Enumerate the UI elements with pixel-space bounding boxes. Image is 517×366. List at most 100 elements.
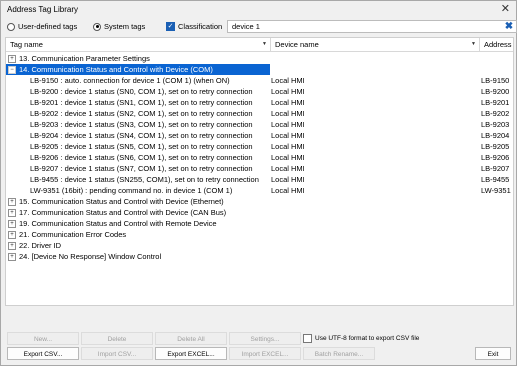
tree-group-row[interactable]: +17. Communication Status and Control wi… (6, 207, 513, 218)
batch-rename-button[interactable]: Batch Rename... (303, 347, 375, 360)
expand-icon[interactable]: + (8, 253, 16, 262)
tag-name-text: LB-9203 : device 1 status (SN3, COM 1), … (30, 120, 253, 129)
chevron-down-icon: ▼ (262, 41, 267, 47)
tag-name-text: LB-9206 : device 1 status (SN6, COM 1), … (30, 153, 253, 162)
tag-name-cell: LB-9203 : device 1 status (SN3, COM 1), … (6, 119, 270, 130)
import-excel-button[interactable]: Import EXCEL... (229, 347, 301, 360)
tag-name-cell: +15. Communication Status and Control wi… (6, 196, 270, 207)
tag-name-text: 22. Driver ID (19, 241, 62, 250)
device-name-cell: Local HMI (271, 109, 305, 118)
device-name-cell: Local HMI (271, 175, 305, 184)
tree-group-row[interactable]: +21. Communication Error Codes (6, 229, 513, 240)
tag-name-text: 21. Communication Error Codes (19, 230, 127, 239)
table-row[interactable]: LB-9204 : device 1 status (SN4, COM 1), … (6, 130, 513, 141)
tag-name-cell: +24. [Device No Response] Window Control (6, 251, 270, 262)
export-excel-button[interactable]: Export EXCEL... (155, 347, 227, 360)
tag-name-text: LB-9207 : device 1 status (SN7, COM 1), … (30, 164, 253, 173)
tree-group-row[interactable]: −14. Communication Status and Control wi… (6, 64, 513, 75)
tag-name-cell: LB-9207 : device 1 status (SN7, COM 1), … (6, 163, 270, 174)
address-cell: LB-9201 (481, 98, 510, 107)
device-name-cell: Local HMI (271, 98, 305, 107)
expand-icon[interactable]: + (8, 198, 16, 207)
tag-name-cell: +19. Communication Status and Control wi… (6, 218, 270, 229)
table-row[interactable]: LB-9150 : auto. connection for device 1 … (6, 75, 513, 86)
tag-name-text: 13. Communication Parameter Settings (19, 54, 150, 63)
tag-name-text: LB-9205 : device 1 status (SN5, COM 1), … (30, 142, 253, 151)
tree-group-row[interactable]: +22. Driver ID (6, 240, 513, 251)
column-header-device-name[interactable]: Device name ▼ (271, 38, 479, 51)
tag-name-text: LB-9455 : device 1 status (SN255, COM1),… (30, 175, 259, 184)
tag-name-text: LW-9351 (16bit) : pending command no. in… (30, 186, 233, 195)
device-name-cell: Local HMI (271, 186, 305, 195)
tree-group-row[interactable]: +15. Communication Status and Control wi… (6, 196, 513, 207)
address-cell: LB-9205 (481, 142, 510, 151)
utf8-checkbox[interactable]: ✓ Use UTF-8 format to export CSV file (303, 334, 419, 343)
tag-name-cell: LW-9351 (16bit) : pending command no. in… (6, 185, 270, 196)
device-name-cell: Local HMI (271, 76, 305, 85)
tag-name-text: 17. Communication Status and Control wit… (19, 208, 227, 217)
address-cell: LW-9351 (481, 186, 511, 195)
user-defined-tags-radio[interactable]: User-defined tags (7, 22, 77, 31)
tag-name-cell: LB-9206 : device 1 status (SN6, COM 1), … (6, 152, 270, 163)
tree-group-row[interactable]: +13. Communication Parameter Settings (6, 53, 513, 64)
tag-name-cell: +22. Driver ID (6, 240, 270, 251)
tag-name-cell: +21. Communication Error Codes (6, 229, 270, 240)
expand-icon[interactable]: + (8, 55, 16, 64)
address-cell: LB-9150 (481, 76, 510, 85)
table-row[interactable]: LW-9351 (16bit) : pending command no. in… (6, 185, 513, 196)
address-cell: LB-9455 (481, 175, 510, 184)
new-button[interactable]: New... (7, 332, 79, 345)
exit-button[interactable]: Exit (475, 347, 511, 360)
tag-grid[interactable]: Tag name ▼ Device name ▼ Address +13. Comm… (5, 37, 514, 306)
table-row[interactable]: LB-9206 : device 1 status (SN6, COM 1), … (6, 152, 513, 163)
device-name-cell: Local HMI (271, 87, 305, 96)
radio-unchecked-icon (7, 22, 15, 31)
table-row[interactable]: LB-9203 : device 1 status (SN3, COM 1), … (6, 119, 513, 130)
import-csv-button[interactable]: Import CSV... (81, 347, 153, 360)
column-header-tag-name[interactable]: Tag name ▼ (6, 38, 270, 51)
tag-name-cell: LB-9150 : auto. connection for device 1 … (6, 75, 270, 86)
settings-button[interactable]: Settings... (229, 332, 301, 345)
export-csv-button[interactable]: Export CSV... (7, 347, 79, 360)
tree-group-row[interactable]: +24. [Device No Response] Window Control (6, 251, 513, 262)
table-row[interactable]: LB-9201 : device 1 status (SN1, COM 1), … (6, 97, 513, 108)
tree-group-row[interactable]: +19. Communication Status and Control wi… (6, 218, 513, 229)
expand-icon[interactable]: + (8, 231, 16, 240)
table-row[interactable]: LB-9202 : device 1 status (SN2, COM 1), … (6, 108, 513, 119)
table-row[interactable]: LB-9455 : device 1 status (SN255, COM1),… (6, 174, 513, 185)
address-cell: LB-9203 (481, 120, 510, 129)
collapse-icon[interactable]: − (8, 66, 16, 75)
expand-icon[interactable]: + (8, 209, 16, 218)
close-icon[interactable]: ✕ (501, 3, 510, 15)
system-tags-radio[interactable]: System tags (93, 22, 145, 31)
delete-button[interactable]: Delete (81, 332, 153, 345)
tag-name-cell: LB-9455 : device 1 status (SN255, COM1),… (6, 174, 270, 185)
system-tags-label: System tags (104, 22, 146, 31)
tag-name-cell: +17. Communication Status and Control wi… (6, 207, 270, 218)
device-name-cell: Local HMI (271, 153, 305, 162)
address-cell: LB-9202 (481, 109, 510, 118)
tag-name-cell: −14. Communication Status and Control wi… (6, 64, 270, 75)
grid-header: Tag name ▼ Device name ▼ Address (6, 38, 513, 52)
classification-label: Classification (178, 22, 223, 31)
expand-icon[interactable]: + (8, 242, 16, 251)
tag-name-text: LB-9200 : device 1 status (SN0, COM 1), … (30, 87, 253, 96)
device-name-cell: Local HMI (271, 164, 305, 173)
table-row[interactable]: LB-9207 : device 1 status (SN7, COM 1), … (6, 163, 513, 174)
clear-search-icon[interactable]: ✖ (503, 20, 515, 33)
tag-name-text: 19. Communication Status and Control wit… (19, 219, 217, 228)
column-header-address[interactable]: Address (480, 38, 513, 51)
tag-name-cell: +13. Communication Parameter Settings (6, 53, 270, 64)
table-row[interactable]: LB-9200 : device 1 status (SN0, COM 1), … (6, 86, 513, 97)
address-cell: LB-9207 (481, 164, 510, 173)
utf8-label: Use UTF-8 format to export CSV file (315, 335, 420, 342)
expand-icon[interactable]: + (8, 220, 16, 229)
tag-name-text: LB-9202 : device 1 status (SN2, COM 1), … (30, 109, 253, 118)
classification-checkbox[interactable]: ✓ Classification (166, 22, 222, 31)
table-row[interactable]: LB-9205 : device 1 status (SN5, COM 1), … (6, 141, 513, 152)
search-input[interactable]: device 1 (227, 20, 517, 33)
tag-name-cell: LB-9205 : device 1 status (SN5, COM 1), … (6, 141, 270, 152)
tag-name-text: 24. [Device No Response] Window Control (19, 252, 162, 261)
delete-all-button[interactable]: Delete All (155, 332, 227, 345)
checkbox-checked-icon: ✓ (166, 22, 175, 31)
